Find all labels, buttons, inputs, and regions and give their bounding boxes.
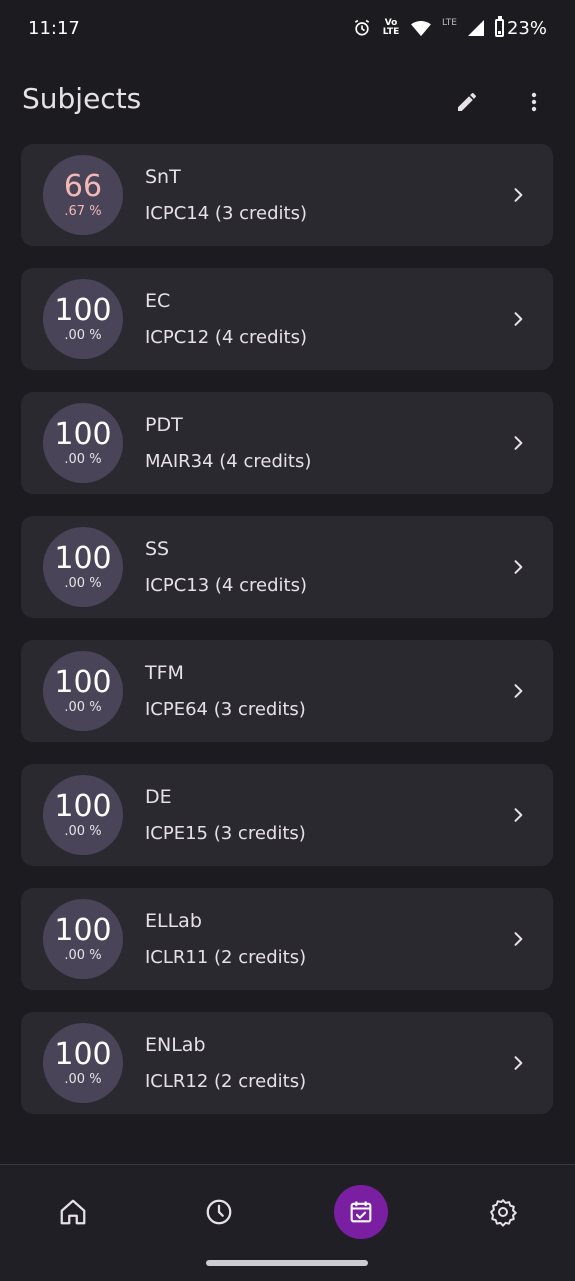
percent-decimal: .00 % [64, 947, 102, 963]
chevron-right-icon [505, 554, 531, 580]
subject-card[interactable]: 100 .00 % PDT MAIR34 (4 credits) [21, 392, 553, 494]
percent-decimal: .00 % [64, 823, 102, 839]
subject-code-credits: ICPC12 (4 credits) [145, 327, 307, 348]
subject-card[interactable]: 100 .00 % ELLab ICLR11 (2 credits) [21, 888, 553, 990]
percent-decimal: .00 % [64, 575, 102, 591]
attendance-percent-badge: 100 .00 % [43, 527, 123, 607]
subject-code-credits: ICPC14 (3 credits) [145, 203, 307, 224]
subject-name: ENLab [145, 1034, 206, 1056]
subject-name: DE [145, 786, 172, 808]
percent-decimal: .67 % [64, 203, 102, 219]
status-bar: 11:17 Vo LTE LTE 23% [0, 0, 575, 56]
subject-code-credits: ICLR12 (2 credits) [145, 1071, 307, 1092]
subject-card[interactable]: 100 .00 % EC ICPC12 (4 credits) [21, 268, 553, 370]
subject-card[interactable]: 100 .00 % ENLab ICLR12 (2 credits) [21, 1012, 553, 1114]
calendar-check-icon[interactable] [334, 1185, 388, 1239]
settings-icon[interactable] [476, 1185, 530, 1239]
percent-decimal: .00 % [64, 699, 102, 715]
chevron-right-icon [505, 802, 531, 828]
app-bar: Subjects [0, 70, 575, 132]
percent-integer: 100 [54, 540, 112, 576]
status-time: 11:17 [28, 17, 80, 39]
percent-decimal: .00 % [64, 451, 102, 467]
subject-code-credits: ICPE15 (3 credits) [145, 823, 306, 844]
subject-name: TFM [145, 662, 184, 684]
percent-integer: 100 [54, 912, 112, 948]
subject-code-credits: ICPC13 (4 credits) [145, 575, 307, 596]
edit-icon[interactable] [449, 84, 485, 120]
chevron-right-icon [505, 306, 531, 332]
subject-name: ELLab [145, 910, 202, 932]
wifi-icon [410, 19, 432, 37]
history-icon[interactable] [192, 1185, 246, 1239]
home-icon[interactable] [46, 1185, 100, 1239]
subject-name: SS [145, 538, 170, 560]
percent-integer: 100 [54, 416, 112, 452]
chevron-right-icon [505, 1050, 531, 1076]
subject-card[interactable]: 66 .67 % SnT ICPC14 (3 credits) [21, 144, 553, 246]
attendance-percent-badge: 100 .00 % [43, 403, 123, 483]
alarm-icon [352, 18, 372, 38]
lte-label: LTE [442, 17, 457, 28]
more-vert-icon[interactable] [516, 84, 552, 120]
page-title: Subjects [22, 82, 142, 115]
attendance-percent-badge: 66 .67 % [43, 155, 123, 235]
subject-card[interactable]: 100 .00 % SS ICPC13 (4 credits) [21, 516, 553, 618]
percent-integer: 66 [63, 168, 103, 204]
subject-name: EC [145, 290, 171, 312]
chevron-right-icon [505, 678, 531, 704]
attendance-percent-badge: 100 .00 % [43, 1023, 123, 1103]
percent-decimal: .00 % [64, 327, 102, 343]
subject-name: PDT [145, 414, 183, 436]
subject-card[interactable]: 100 .00 % TFM ICPE64 (3 credits) [21, 640, 553, 742]
subject-name: SnT [145, 166, 181, 188]
gesture-bar[interactable] [206, 1260, 368, 1266]
subject-code-credits: ICPE64 (3 credits) [145, 699, 306, 720]
chevron-right-icon [505, 430, 531, 456]
attendance-percent-badge: 100 .00 % [43, 899, 123, 979]
percent-integer: 100 [54, 292, 112, 328]
battery-icon: 23% [494, 16, 547, 39]
volte-icon: Vo LTE [382, 18, 400, 37]
percent-integer: 100 [54, 664, 112, 700]
chevron-right-icon [505, 926, 531, 952]
signal-icon [467, 19, 485, 37]
status-icons: Vo LTE LTE 23% [352, 16, 547, 39]
battery-percent: 23% [506, 17, 547, 39]
subject-list: 66 .67 % SnT ICPC14 (3 credits) 100 .00 … [21, 144, 553, 1136]
subject-code-credits: ICLR11 (2 credits) [145, 947, 307, 968]
subject-code-credits: MAIR34 (4 credits) [145, 451, 312, 472]
percent-decimal: .00 % [64, 1071, 102, 1087]
attendance-percent-badge: 100 .00 % [43, 651, 123, 731]
chevron-right-icon [505, 182, 531, 208]
subject-card[interactable]: 100 .00 % DE ICPE15 (3 credits) [21, 764, 553, 866]
attendance-percent-badge: 100 .00 % [43, 775, 123, 855]
percent-integer: 100 [54, 1036, 112, 1072]
attendance-percent-badge: 100 .00 % [43, 279, 123, 359]
percent-integer: 100 [54, 788, 112, 824]
